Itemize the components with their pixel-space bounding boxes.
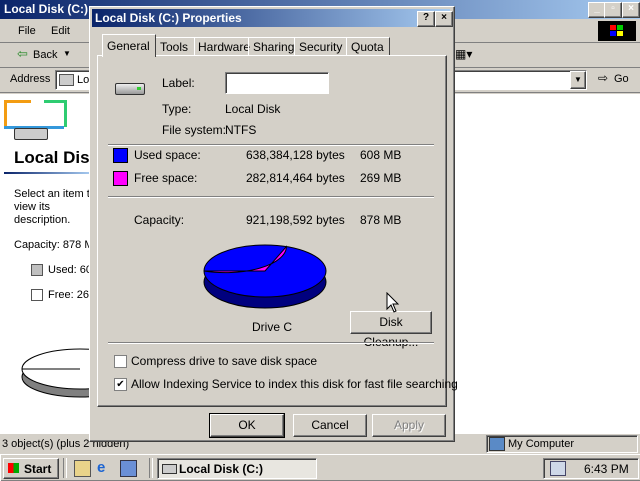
task-drive-icon <box>162 464 177 474</box>
disk-cleanup-button[interactable]: Disk Cleanup... <box>350 311 432 349</box>
go-arrow-icon[interactable]: ⇨ <box>598 71 608 85</box>
start-label: Start <box>24 462 52 476</box>
tab-strip: General Tools Hardware Sharing Security … <box>96 34 446 57</box>
free-swatch <box>31 289 43 301</box>
used-swatch <box>31 264 43 276</box>
tab-tools-label: Tools <box>160 40 189 54</box>
apply-button[interactable]: Apply <box>372 414 446 437</box>
type-value: Local Disk <box>225 102 281 116</box>
used-bytes: 638,384,128 bytes <box>246 148 345 162</box>
back-dropdown-icon[interactable]: ▼ <box>63 49 71 58</box>
capacity-caption: Capacity: <box>134 213 185 227</box>
tab-security[interactable]: Security <box>294 37 347 55</box>
divider-mid <box>108 196 434 198</box>
free-color-swatch <box>113 171 128 186</box>
address-label: Address <box>10 73 51 85</box>
tab-quota-label: Quota <box>351 40 384 54</box>
dialog-close-button[interactable]: × <box>435 11 453 27</box>
fs-value: NTFS <box>225 123 257 137</box>
help-button[interactable]: ? <box>417 11 435 27</box>
status-zone: My Computer <box>486 435 638 453</box>
banner-graphic <box>4 98 67 142</box>
tab-sharing-label: Sharing <box>253 40 295 54</box>
used-mb: 608 MB <box>360 148 402 162</box>
panel-divider <box>4 172 90 174</box>
properties-dialog: Local Disk (C:) Properties ? × General T… <box>89 6 458 442</box>
status-my-computer: My Computer <box>508 438 575 450</box>
tab-general[interactable]: General <box>102 34 156 57</box>
drive-small-icon <box>59 74 74 86</box>
tab-panel: Label: Type: Local Disk File system: NTF… <box>97 55 458 407</box>
task-local-disk[interactable]: Local Disk (C:) <box>157 458 317 479</box>
free-mb: 269 MB <box>360 171 402 185</box>
dialog-title: Local Disk (C:) Properties <box>95 11 242 25</box>
drive-large-icon <box>115 83 145 95</box>
clock[interactable]: 6:43 PM <box>584 462 629 476</box>
label-caption: Label: <box>162 76 195 90</box>
divider-bottom <box>108 342 434 344</box>
explorer-title: Local Disk (C:) <box>4 2 89 16</box>
capacity-mb: 878 MB <box>360 213 402 227</box>
address-dropdown-button[interactable]: ▼ <box>570 71 586 89</box>
go-button[interactable]: Go <box>614 73 629 85</box>
index-checkbox[interactable]: ✔ <box>114 378 127 391</box>
back-arrow-icon[interactable]: ⇦ <box>17 46 28 62</box>
tray-scheduler-icon[interactable] <box>550 461 566 476</box>
panel-capacity: Capacity: 878 MB <box>14 239 101 251</box>
start-button[interactable]: Start <box>3 458 59 479</box>
windows-flag-icon <box>8 463 19 473</box>
restore-button[interactable]: ▫ <box>604 2 622 18</box>
compress-label[interactable]: Compress drive to save disk space <box>131 354 317 368</box>
menu-file[interactable]: File <box>18 25 36 37</box>
outlook-icon[interactable] <box>120 460 137 477</box>
back-button[interactable]: Back <box>33 49 57 61</box>
taskbar: Start e Local Disk (C:) 6:43 PM <box>0 454 640 481</box>
disk-usage-pie-chart <box>203 244 327 309</box>
fs-caption: File system: <box>162 123 227 137</box>
mouse-cursor-icon <box>386 292 400 313</box>
dialog-titlebar: Local Disk (C:) Properties ? × <box>92 9 453 27</box>
tasks-divider <box>149 458 153 478</box>
tab-sharing[interactable]: Sharing <box>248 37 295 55</box>
my-computer-icon <box>489 437 505 451</box>
tab-general-label: General <box>107 39 150 53</box>
internet-explorer-icon[interactable]: e <box>97 459 105 476</box>
cancel-button[interactable]: Cancel <box>293 414 367 437</box>
drive-icon <box>14 128 48 140</box>
tab-security-label: Security <box>299 40 343 54</box>
used-caption: Used space: <box>134 148 201 162</box>
compress-checkbox[interactable] <box>114 355 127 368</box>
ok-button[interactable]: OK <box>209 413 285 438</box>
windows-logo-icon <box>598 21 636 41</box>
explorer-close-button[interactable]: × <box>622 2 640 18</box>
type-caption: Type: <box>162 102 192 116</box>
divider-top <box>108 144 434 146</box>
tab-hardware[interactable]: Hardware <box>194 37 251 55</box>
menu-edit[interactable]: Edit <box>51 25 70 37</box>
system-tray: 6:43 PM <box>543 458 639 479</box>
task-label: Local Disk (C:) <box>179 462 264 476</box>
free-bytes: 282,814,464 bytes <box>246 171 345 185</box>
views-icon[interactable]: ▦▾ <box>455 47 472 61</box>
tab-tools[interactable]: Tools <box>155 37 195 55</box>
tab-quota[interactable]: Quota <box>346 37 390 55</box>
used-color-swatch <box>113 148 128 163</box>
quicklaunch-divider <box>63 458 67 478</box>
capacity-bytes: 921,198,592 bytes <box>246 213 345 227</box>
free-caption: Free space: <box>134 171 198 185</box>
index-label[interactable]: Allow Indexing Service to index this dis… <box>131 377 458 391</box>
drive-label: Drive C <box>252 320 293 334</box>
show-desktop-icon[interactable] <box>74 460 91 477</box>
tab-hardware-label: Hardware <box>198 40 251 54</box>
label-input[interactable] <box>225 72 329 94</box>
